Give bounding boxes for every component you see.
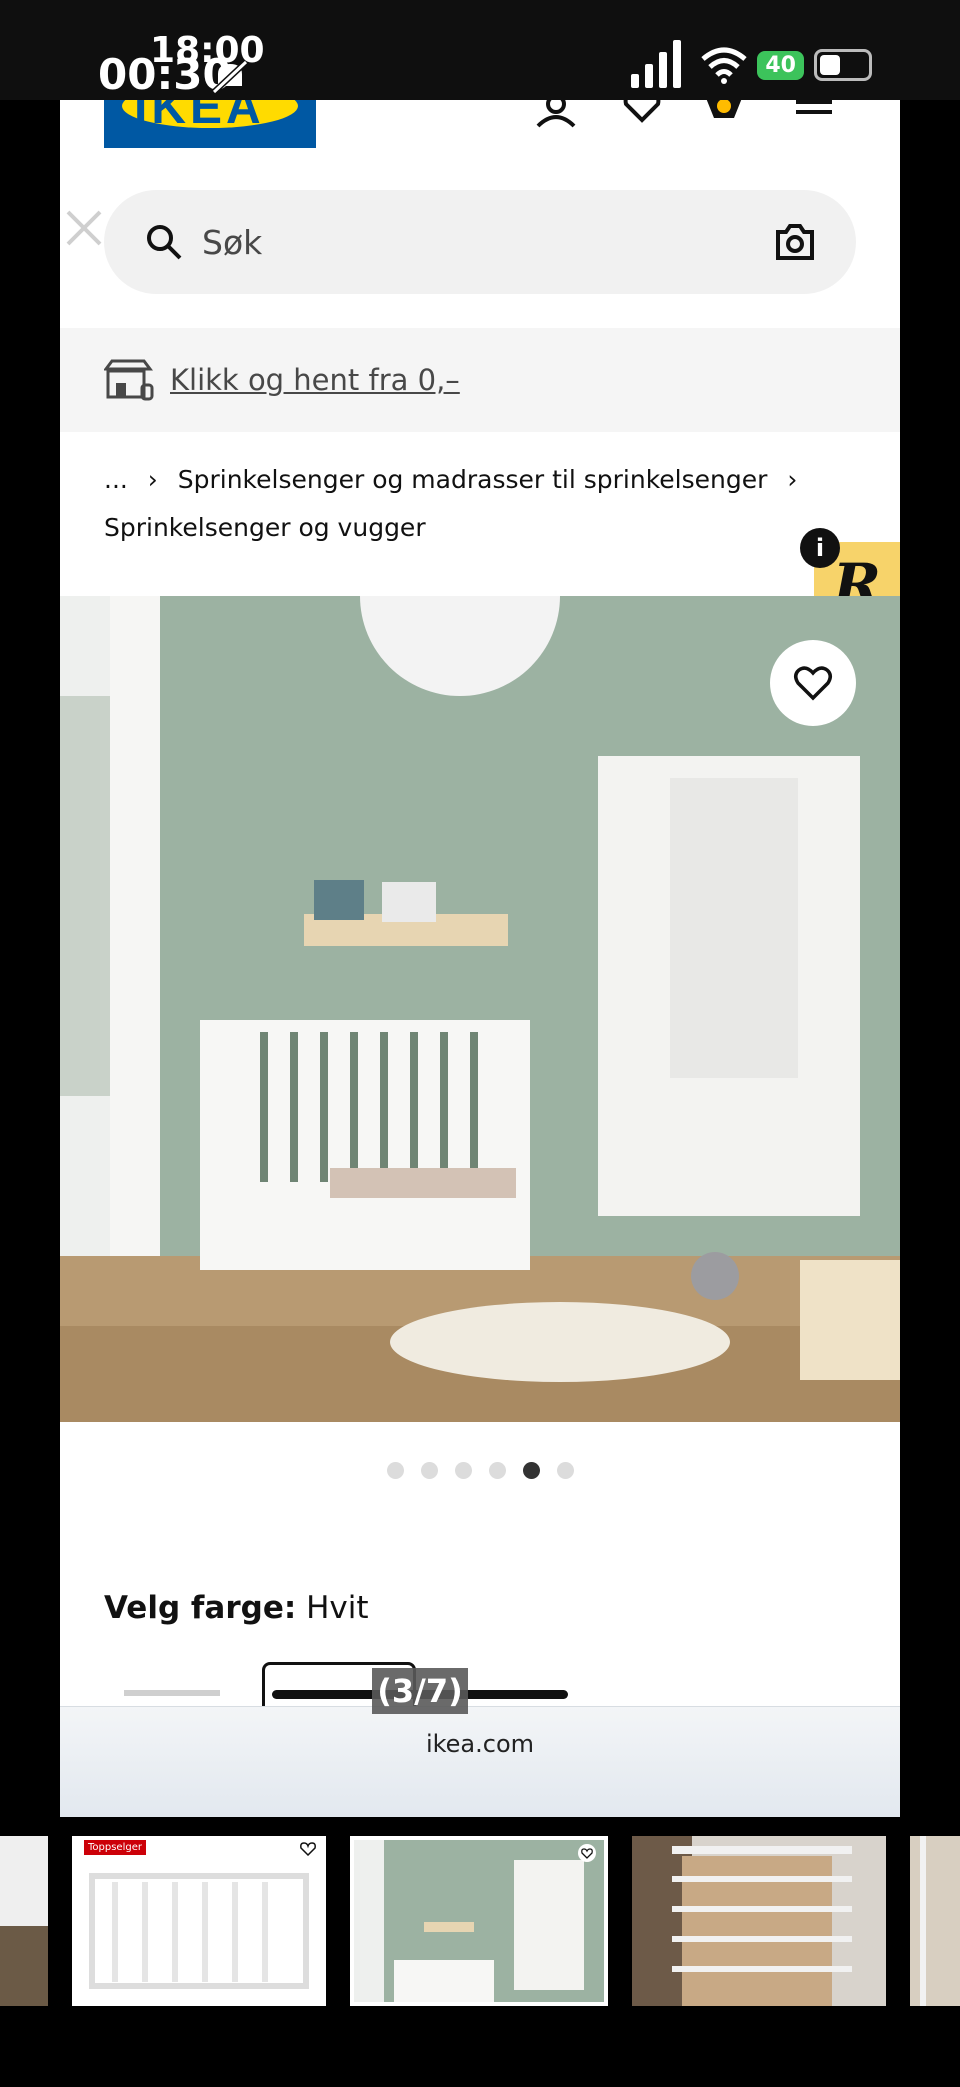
heart-icon xyxy=(794,666,832,701)
carousel-dot[interactable] xyxy=(454,1462,472,1479)
account-icon[interactable] xyxy=(534,100,578,140)
add-to-favourites-button[interactable] xyxy=(770,640,856,726)
carousel-dot[interactable] xyxy=(556,1462,574,1479)
signal-icon xyxy=(631,40,682,88)
camera-icon[interactable] xyxy=(774,224,816,260)
thumbnail-partial[interactable] xyxy=(0,1836,48,2006)
heart-icon[interactable] xyxy=(620,100,664,140)
thumbnail-current[interactable] xyxy=(350,1836,608,2006)
silent-bell-icon xyxy=(211,59,249,95)
search-field[interactable]: Søk xyxy=(104,190,856,294)
menu-icon[interactable] xyxy=(794,100,838,140)
store-icon xyxy=(104,359,154,401)
breadcrumb-ellipsis[interactable]: ... xyxy=(104,465,128,494)
search-icon xyxy=(147,225,182,260)
chevron-right-icon: › xyxy=(147,465,158,494)
click-collect-link[interactable]: Klikk og hent fra 0,– xyxy=(170,363,460,397)
carousel-dots xyxy=(60,1462,900,1479)
breadcrumb-item-cribs-mattresses[interactable]: Sprinkelsenger og madrasser til sprinkel… xyxy=(178,465,768,494)
carousel-dot[interactable] xyxy=(386,1462,404,1479)
carousel-dot[interactable] xyxy=(420,1462,438,1479)
wifi-icon xyxy=(701,47,748,84)
breadcrumb: ... › Sprinkelsenger og madrasser til sp… xyxy=(104,456,864,552)
click-collect-banner: Klikk og hent fra 0,– xyxy=(60,328,900,432)
heart-icon[interactable] xyxy=(578,1844,596,1862)
bag-icon[interactable] xyxy=(702,100,746,140)
info-icon[interactable]: i xyxy=(800,528,840,568)
battery-icon xyxy=(814,49,872,81)
status-icons: 40 xyxy=(631,40,872,90)
color-label: Velg farge: xyxy=(104,1590,297,1626)
thumbnail-3[interactable] xyxy=(632,1836,886,2006)
close-icon[interactable] xyxy=(64,208,104,248)
thumbnail-1[interactable]: Toppselger xyxy=(72,1836,326,2006)
heart-icon[interactable] xyxy=(300,1842,316,1856)
color-selector-label: Velg farge: Hvit xyxy=(104,1590,369,1626)
ikea-logo[interactable]: IKEA xyxy=(104,100,316,148)
carousel-dot[interactable] xyxy=(488,1462,506,1479)
bestseller-badge: Toppselger xyxy=(84,1840,146,1855)
thumbnail-partial-right[interactable] xyxy=(910,1836,960,2006)
product-image[interactable] xyxy=(60,596,900,1422)
webpage: IKEA Søk Klikk og hent fra 0,– ... › Spr… xyxy=(60,100,900,1817)
color-value: Hvit xyxy=(306,1590,369,1626)
chevron-right-icon: › xyxy=(787,465,798,494)
breadcrumb-item-cribs-cradles[interactable]: Sprinkelsenger og vugger xyxy=(104,513,426,542)
battery-percent: 40 xyxy=(757,50,804,80)
photo-counter: (3/7) xyxy=(372,1668,468,1714)
search-input[interactable]: Søk xyxy=(202,223,262,262)
logo-text: IKEA xyxy=(134,100,265,134)
browser-url[interactable]: ikea.com xyxy=(60,1730,900,1758)
carousel-dot-active[interactable] xyxy=(522,1462,540,1479)
browser-address-bar[interactable] xyxy=(60,1706,900,1817)
